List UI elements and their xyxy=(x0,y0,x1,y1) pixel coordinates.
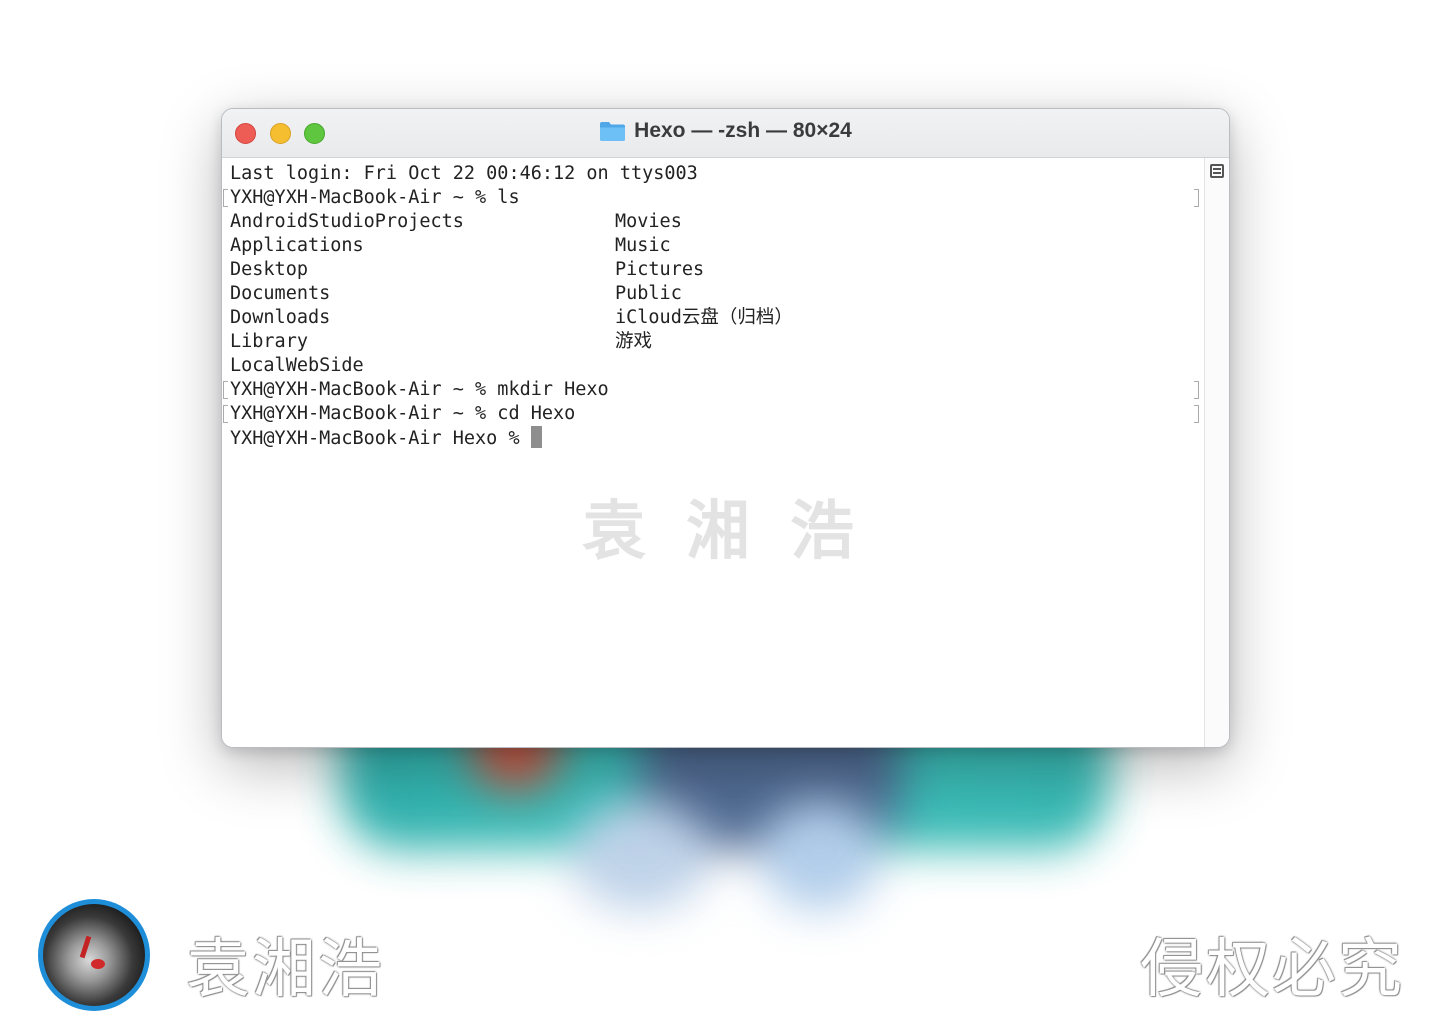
copyright-watermark: 侵权必究 xyxy=(1140,933,1404,1007)
command-line-mkdir: YXH@YXH-MacBook-Air ~ % mkdir Hexo xyxy=(230,379,609,400)
current-prompt-line[interactable]: YXH@YXH-MacBook-Air Hexo % xyxy=(230,426,542,450)
ls-entry: Applications xyxy=(230,235,364,256)
ls-entry: Documents xyxy=(230,283,331,304)
ls-entry: Music xyxy=(615,235,671,256)
author-name-watermark: 袁湘浩 xyxy=(186,933,384,1007)
mark-bracket-left xyxy=(223,405,228,423)
text-cursor xyxy=(530,426,542,448)
mark-bracket-left xyxy=(223,381,228,399)
terminal-window: Hexo — -zsh — 80×24 Last login: Fri Oct … xyxy=(221,108,1230,748)
ls-entry: Pictures xyxy=(615,259,705,280)
folder-icon xyxy=(599,120,626,142)
current-prompt: YXH@YXH-MacBook-Air Hexo % xyxy=(230,428,531,449)
watermark-text: 袁湘浩 xyxy=(582,495,894,569)
ls-entry: Library xyxy=(230,331,308,352)
window-title: Hexo — -zsh — 80×24 xyxy=(634,119,852,142)
avatar xyxy=(38,899,150,1011)
ls-entry: Downloads xyxy=(230,307,331,328)
scroll-gutter[interactable] xyxy=(1204,158,1229,747)
ls-entry: 游戏 xyxy=(615,331,653,352)
ls-entry: iCloud云盘（归档） xyxy=(615,307,793,328)
ls-entry: LocalWebSide xyxy=(230,355,364,376)
terminal-output[interactable]: Last login: Fri Oct 22 00:46:12 on ttys0… xyxy=(222,158,1204,747)
ls-entry: Public xyxy=(615,283,682,304)
mark-bracket-right xyxy=(1194,189,1199,207)
split-pane-icon[interactable] xyxy=(1210,164,1224,178)
ls-entry: AndroidStudioProjects xyxy=(230,211,464,232)
mark-bracket-right xyxy=(1194,381,1199,399)
title-bar[interactable]: Hexo — -zsh — 80×24 xyxy=(222,109,1229,158)
mark-bracket-right xyxy=(1194,405,1199,423)
command-line-cd: YXH@YXH-MacBook-Air ~ % cd Hexo xyxy=(230,403,576,424)
ls-entry: Movies xyxy=(615,211,682,232)
last-login-line: Last login: Fri Oct 22 00:46:12 on ttys0… xyxy=(230,163,698,184)
ls-entry: Desktop xyxy=(230,259,308,280)
mark-bracket-left xyxy=(223,189,228,207)
command-line-ls: YXH@YXH-MacBook-Air ~ % ls xyxy=(230,187,520,208)
